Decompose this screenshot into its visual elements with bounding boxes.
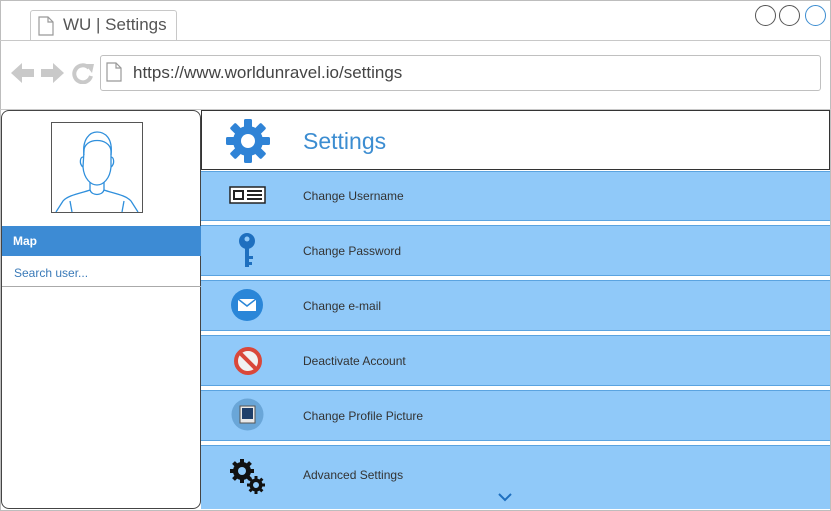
user-silhouette-icon bbox=[55, 131, 139, 213]
tab-title: WU | Settings bbox=[63, 15, 167, 34]
change-email-row[interactable] bbox=[201, 280, 830, 331]
gear-icon bbox=[226, 119, 270, 163]
back-arrow-icon[interactable] bbox=[11, 62, 35, 84]
advanced-settings-row[interactable] bbox=[201, 445, 830, 509]
sidebar-item-map-label: Map bbox=[13, 234, 37, 248]
page-icon bbox=[106, 62, 122, 82]
tab-divider bbox=[0, 40, 831, 41]
minimize-button[interactable] bbox=[755, 5, 776, 26]
id-card-icon bbox=[229, 186, 266, 204]
maximize-button[interactable] bbox=[779, 5, 800, 26]
picture-icon bbox=[231, 398, 264, 431]
change-username-label: Change Username bbox=[303, 189, 404, 203]
change-profile-picture-label: Change Profile Picture bbox=[303, 409, 424, 423]
forward-arrow-icon[interactable] bbox=[40, 62, 64, 84]
change-password-row[interactable] bbox=[201, 225, 830, 276]
url-text[interactable]: https://www.worldunravel.io/settings bbox=[133, 63, 402, 83]
envelope-icon bbox=[231, 289, 263, 321]
deactivate-account-row[interactable] bbox=[201, 335, 830, 386]
page-title: Settings bbox=[303, 128, 387, 154]
chevron-down-icon[interactable] bbox=[497, 492, 513, 502]
avatar[interactable] bbox=[51, 122, 143, 213]
prohibited-icon bbox=[234, 347, 262, 375]
search-user-label[interactable]: Search user... bbox=[14, 266, 88, 280]
change-email-label: Change e-mail bbox=[303, 299, 382, 313]
document-icon bbox=[38, 16, 54, 36]
key-icon bbox=[239, 233, 255, 267]
deactivate-account-label: Deactivate Account bbox=[303, 354, 406, 368]
reload-icon[interactable] bbox=[71, 62, 95, 84]
change-username-row[interactable] bbox=[201, 171, 830, 221]
change-password-label: Change Password bbox=[303, 244, 402, 258]
settings-header bbox=[201, 110, 830, 170]
gears-icon bbox=[230, 459, 265, 494]
advanced-settings-label: Advanced Settings bbox=[303, 468, 404, 482]
change-profile-picture-row[interactable] bbox=[201, 390, 830, 441]
close-button[interactable] bbox=[805, 5, 826, 26]
